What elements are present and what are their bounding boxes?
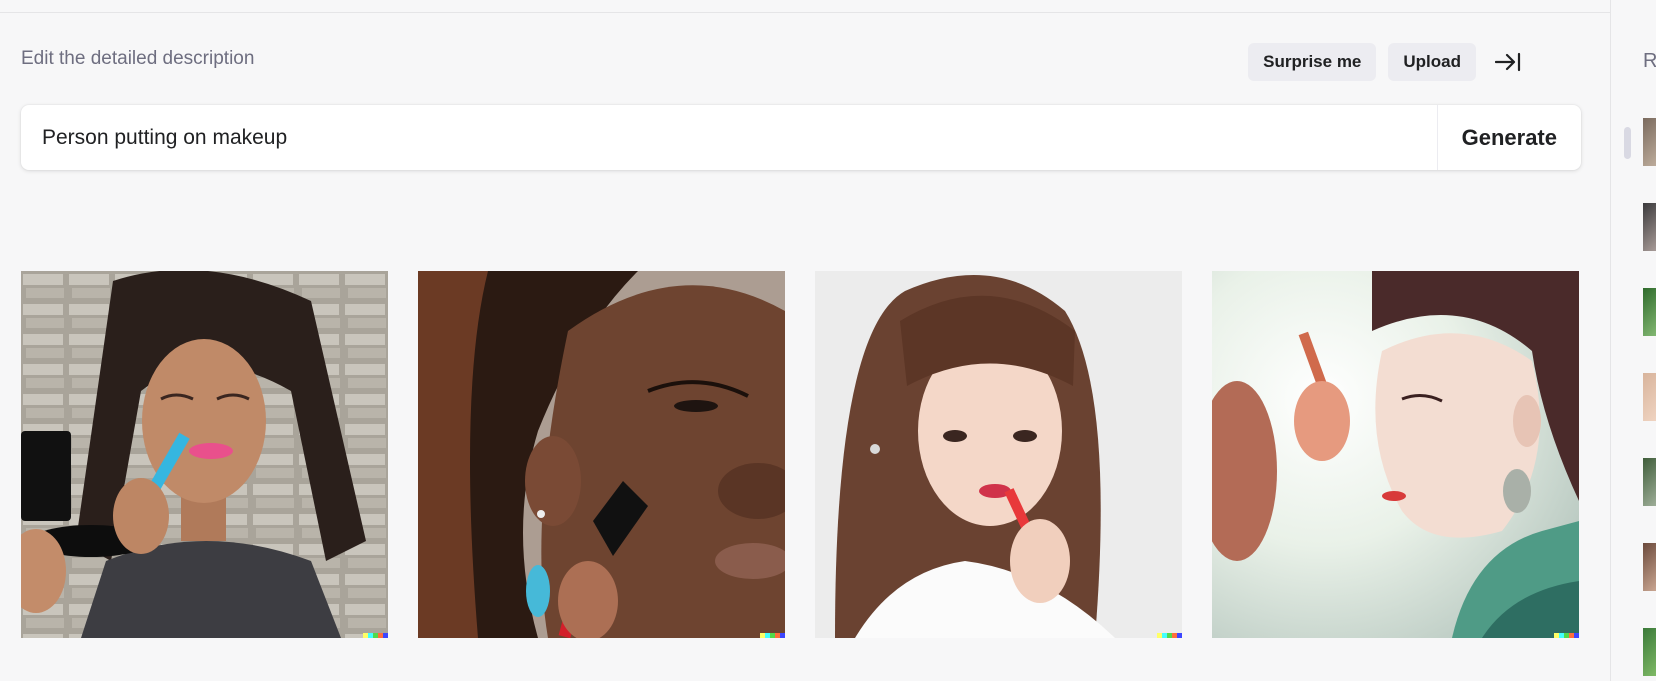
generate-button[interactable]: Generate bbox=[1436, 105, 1581, 170]
history-thumbnail[interactable] bbox=[1643, 543, 1656, 591]
prompt-bar: Generate bbox=[21, 105, 1581, 170]
result-photo-4 bbox=[1212, 271, 1579, 638]
result-image-3[interactable] bbox=[815, 271, 1182, 638]
editor-actions: Surprise me Upload bbox=[1248, 43, 1528, 81]
history-thumbnail[interactable] bbox=[1643, 203, 1656, 251]
prompt-input[interactable] bbox=[21, 105, 1437, 170]
history-thumbnail[interactable] bbox=[1643, 118, 1656, 166]
signature-bar bbox=[1554, 633, 1579, 638]
history-thumbnail[interactable] bbox=[1643, 628, 1656, 676]
collapse-sidebar-button[interactable] bbox=[1488, 43, 1528, 81]
result-photo-2 bbox=[418, 271, 785, 638]
editor-heading: Edit the detailed description bbox=[21, 48, 255, 69]
surprise-me-button[interactable]: Surprise me bbox=[1248, 43, 1377, 81]
result-photo-3 bbox=[815, 271, 1182, 638]
result-image-2[interactable] bbox=[418, 271, 785, 638]
result-image-1[interactable] bbox=[21, 271, 388, 638]
history-sidebar: R bbox=[1610, 0, 1656, 681]
arrow-to-right-icon bbox=[1495, 52, 1521, 72]
history-thumbnail[interactable] bbox=[1643, 458, 1656, 506]
signature-bar bbox=[1157, 633, 1182, 638]
sidebar-scrollbar[interactable] bbox=[1624, 127, 1631, 159]
history-thumbnail[interactable] bbox=[1643, 373, 1656, 421]
result-image-4[interactable] bbox=[1212, 271, 1579, 638]
editor-panel: Edit the detailed description Surprise m… bbox=[0, 0, 1610, 681]
signature-bar bbox=[363, 633, 388, 638]
history-thumbnail[interactable] bbox=[1643, 288, 1656, 336]
signature-bar bbox=[760, 633, 785, 638]
history-heading: R bbox=[1643, 50, 1656, 72]
result-photo-1 bbox=[21, 271, 388, 638]
upload-button[interactable]: Upload bbox=[1388, 43, 1476, 81]
